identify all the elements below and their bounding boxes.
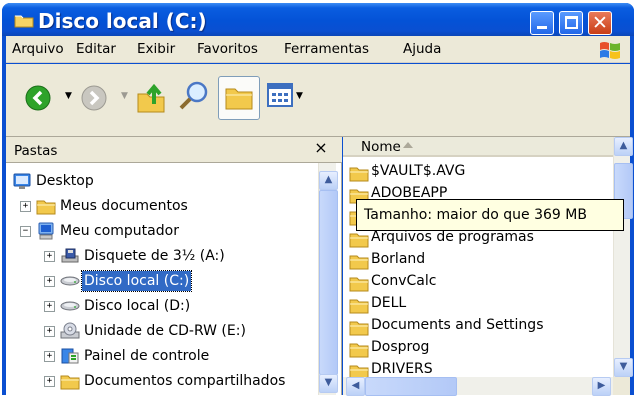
tree-item-label: Painel de controle <box>84 348 210 364</box>
computer-icon <box>36 222 56 240</box>
files-horizontal-scrollbar[interactable]: ◀ ▶ <box>343 377 613 396</box>
control-panel-icon <box>60 347 80 365</box>
folder-icon <box>349 340 369 358</box>
folder-icon <box>349 362 369 377</box>
files-scroll-up-button[interactable]: ▲ <box>614 137 633 156</box>
file-list-pane: Nome $VAULT$.AVG ADOBEAPP Arquivos de prog… <box>343 137 633 396</box>
expand-icon[interactable]: + <box>20 201 31 212</box>
hard-drive-icon <box>60 297 80 315</box>
tree-item-label: Meus documentos <box>60 198 188 214</box>
tree-item-label: Documentos compartilhados <box>84 373 286 389</box>
hard-drive-icon <box>60 272 80 290</box>
expand-icon[interactable]: + <box>44 276 55 287</box>
expand-icon[interactable]: + <box>44 326 55 337</box>
folder-icon <box>349 230 369 248</box>
desktop-icon <box>12 172 32 190</box>
minimize-button[interactable] <box>530 11 554 35</box>
close-icon: ✕ <box>592 12 608 34</box>
maximize-button[interactable] <box>559 11 583 35</box>
folders-icon <box>225 88 253 110</box>
files-scroll-left-button[interactable]: ◀ <box>346 377 365 396</box>
folder-icon <box>349 252 369 270</box>
windows-logo-icon <box>600 42 620 59</box>
magnifier-icon[interactable] <box>178 80 210 112</box>
tree-item-label: Unidade de CD-RW (E:) <box>84 323 246 339</box>
folders-pane: Pastas × Desktop + Meus documentos − Meu com… <box>6 137 342 395</box>
folder-icon <box>60 372 80 390</box>
folders-button[interactable] <box>218 76 260 120</box>
files-scroll-right-button[interactable]: ▶ <box>592 377 611 396</box>
sort-ascending-icon <box>403 142 413 148</box>
scroll-thumb[interactable] <box>319 190 338 375</box>
maximize-icon <box>565 16 578 29</box>
folder-icon <box>349 296 369 314</box>
toolbar: ▼ ▼ ▼ <box>6 64 630 137</box>
forward-arrow-icon[interactable] <box>80 84 108 112</box>
collapse-icon[interactable]: − <box>20 226 31 237</box>
folder-icon <box>349 274 369 292</box>
expand-icon[interactable]: + <box>44 301 55 312</box>
file-name: $VAULT$.AVG <box>371 163 466 179</box>
tree-item-label: Meu computador <box>60 223 179 239</box>
expand-icon[interactable]: + <box>44 351 55 362</box>
menu-arquivo[interactable]: Arquivo <box>12 41 64 58</box>
tree-item-label: Disco local (D:) <box>84 298 191 314</box>
file-name: DRIVERS <box>371 361 433 377</box>
menu-exibir[interactable]: Exibir <box>137 41 175 58</box>
expand-icon[interactable]: + <box>44 376 55 387</box>
expand-icon[interactable]: + <box>44 251 55 262</box>
title-bar[interactable]: Disco local (C:) ✕ <box>2 3 634 36</box>
files-horizontal-thumb[interactable] <box>365 377 457 396</box>
drive-folder-icon <box>14 15 34 28</box>
pane-header: Pastas × <box>6 137 342 163</box>
views-dropdown-icon[interactable]: ▼ <box>296 91 303 101</box>
column-header-label: Nome <box>361 139 401 155</box>
tree-item-label: Desktop <box>36 173 94 189</box>
menu-favoritos[interactable]: Favoritos <box>197 41 258 58</box>
tree-vertical-scrollbar[interactable]: ▲ ▼ <box>318 163 338 395</box>
pane-title: Pastas <box>14 143 58 159</box>
tree-item-label: Disco local (C:) <box>80 270 193 292</box>
scroll-up-button[interactable]: ▲ <box>319 171 338 190</box>
close-button[interactable]: ✕ <box>588 11 612 35</box>
file-name: Documents and Settings <box>371 317 544 333</box>
menu-ajuda[interactable]: Ajuda <box>403 41 441 58</box>
file-name: Dosprog <box>371 339 430 355</box>
forward-dropdown-icon[interactable]: ▼ <box>121 91 128 101</box>
window-title: Disco local (C:) <box>38 9 207 33</box>
files-scroll-down-button[interactable]: ▼ <box>614 358 633 377</box>
folder-icon <box>36 197 56 215</box>
menu-ferramentas[interactable]: Ferramentas <box>284 41 369 58</box>
size-tooltip: Tamanho: maior do que 369 MB <box>356 199 624 231</box>
folder-tree: Desktop + Meus documentos − Meu computador + D… <box>6 163 318 395</box>
column-header-name[interactable]: Nome <box>343 137 613 157</box>
scroll-down-button[interactable]: ▼ <box>319 374 338 393</box>
files-vertical-scrollbar[interactable]: ▲ ▼ <box>613 137 633 377</box>
cd-drive-icon <box>60 322 80 340</box>
pane-close-button[interactable]: × <box>311 137 331 159</box>
floppy-drive-icon <box>60 247 80 265</box>
back-dropdown-icon[interactable]: ▼ <box>65 91 72 101</box>
back-arrow-icon[interactable] <box>24 84 52 112</box>
tree-item-label: Disquete de 3½ (A:) <box>84 248 225 264</box>
folder-up-icon[interactable] <box>136 80 166 114</box>
menu-editar[interactable]: Editar <box>76 41 116 58</box>
menu-bar: Arquivo Editar Exibir Favoritos Ferramen… <box>6 36 630 63</box>
file-name: DELL <box>371 295 407 311</box>
folder-icon <box>349 164 369 182</box>
folder-icon <box>349 318 369 336</box>
resize-grip-icon[interactable] <box>613 377 630 395</box>
minimize-icon <box>537 26 547 29</box>
file-list: $VAULT$.AVG ADOBEAPP Arquivos de programas… <box>343 159 613 377</box>
views-icon[interactable] <box>266 82 294 108</box>
file-name: Borland <box>371 251 426 267</box>
file-name: ConvCalc <box>371 273 437 289</box>
